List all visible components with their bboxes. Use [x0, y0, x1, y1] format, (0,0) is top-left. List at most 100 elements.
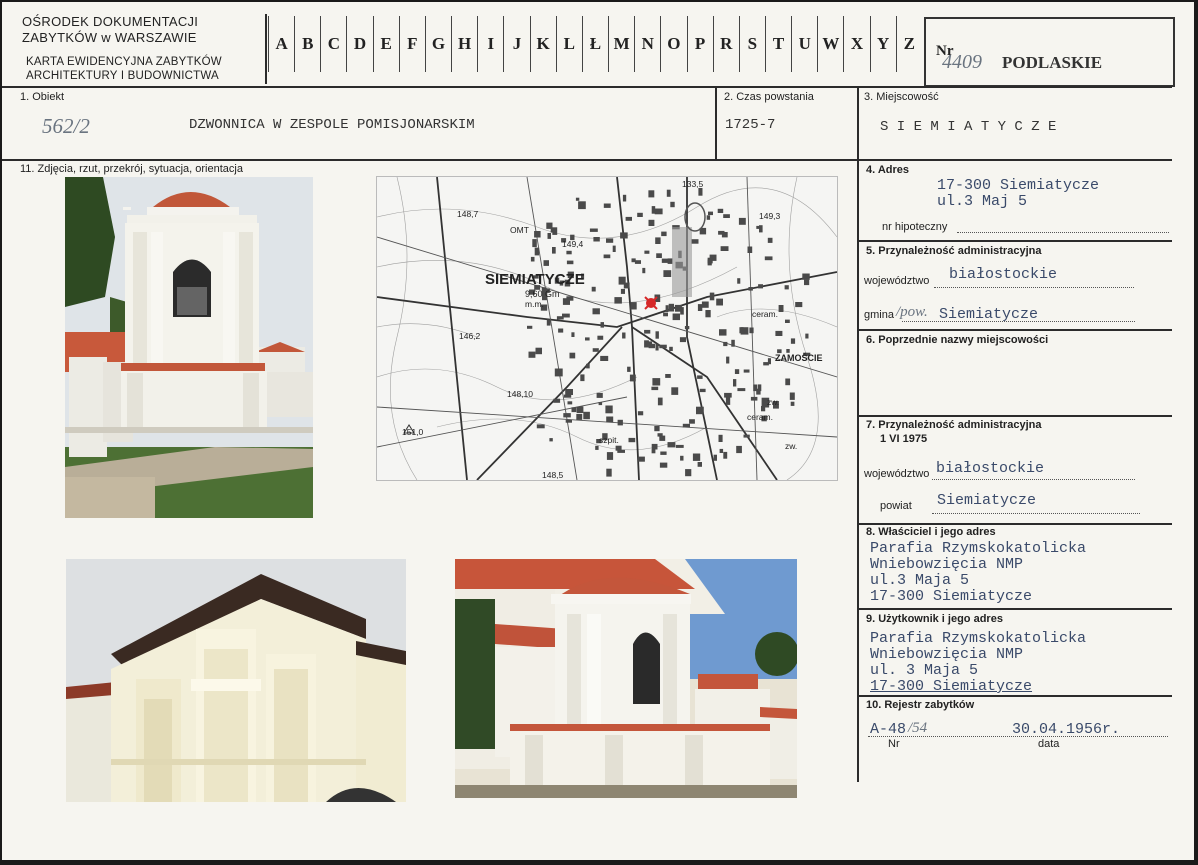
map-building [736, 445, 742, 454]
map-building [734, 369, 740, 374]
letter-index-item: O [660, 16, 686, 72]
map-label: zw. [785, 441, 797, 451]
map-building [753, 384, 758, 392]
nr-value: 4409 [942, 51, 982, 73]
map-building [784, 285, 789, 290]
map-building [705, 310, 711, 318]
card-type: KARTA EWIDENCYJNA ZABYTKÓW ARCHITEKTURY … [26, 56, 222, 82]
map-building [644, 329, 651, 334]
map-building [679, 337, 686, 343]
letter-index-item: C [320, 16, 346, 72]
map-building [648, 219, 655, 226]
hipoteczny-label: nr hipoteczny [882, 221, 948, 233]
map-building [672, 313, 680, 321]
map-label: ceram. [752, 309, 778, 319]
rejestr-label: 10. Rejestr zabytków [866, 699, 975, 711]
map-building [593, 237, 600, 242]
map-building [738, 217, 746, 225]
map-building [775, 330, 783, 336]
map-building [802, 273, 810, 280]
map-building [699, 388, 706, 393]
map-building [530, 256, 535, 262]
map-building [667, 442, 676, 448]
map-building [532, 239, 537, 248]
map-building [552, 247, 556, 254]
map-building [665, 305, 669, 312]
map-building [569, 352, 576, 359]
map-building [785, 319, 790, 323]
map-building [684, 326, 690, 330]
map-building [718, 230, 725, 235]
map-building [627, 366, 631, 372]
letter-index-item: Y [869, 16, 896, 72]
map-building [795, 302, 803, 308]
map-building [778, 305, 784, 312]
map-building [571, 332, 575, 337]
letter-index-item: W [817, 16, 843, 72]
map-building [558, 328, 564, 333]
map-building [761, 405, 766, 412]
wojewodztwo2-value: białostockie [936, 460, 1045, 477]
map-building [697, 462, 702, 467]
map-building [665, 374, 671, 378]
map-building [628, 437, 636, 443]
map-building [657, 433, 663, 437]
map-building [716, 298, 723, 306]
map-building [671, 387, 679, 395]
map-building [709, 254, 717, 261]
letter-index-item: L [555, 16, 582, 72]
map-building [651, 443, 658, 450]
map-building [603, 254, 611, 259]
map-building [606, 238, 614, 243]
map-building [767, 237, 773, 243]
letter-index-item: K [529, 16, 556, 72]
map-building [656, 253, 662, 258]
map-building [535, 347, 542, 355]
miejscowosc-label: 3. Miejscowość [864, 91, 939, 103]
czas-value: 1725-7 [725, 117, 776, 133]
map-building [644, 340, 649, 348]
czas-label: 2. Czas powstania [724, 91, 814, 103]
map-building [750, 396, 758, 401]
inventory-card: OŚRODEK DOKUMENTACJI ZABYTKÓW w WARSZAWI… [2, 2, 1194, 860]
map-building [697, 375, 703, 379]
wojewodztwo2-label: województwo [864, 468, 930, 480]
uzytkownik-label: 9. Użytkownik i jego adres [866, 613, 1003, 625]
map-building [567, 401, 573, 405]
map-label: 148,5 [542, 470, 564, 480]
map-building [748, 287, 753, 291]
poprzednie-label: 6. Poprzednie nazwy miejscowości [866, 334, 1049, 346]
map-building [546, 319, 551, 326]
map-building [726, 356, 730, 364]
map-building [580, 374, 585, 382]
adres-line1: 17-300 Siemiatycze [937, 177, 1100, 194]
map-building [622, 332, 626, 339]
wlasciciel-label: 8. Właściciel i jego adres [866, 526, 996, 538]
map-building [578, 201, 586, 210]
map-building [622, 194, 627, 202]
map-building [597, 335, 604, 340]
map-building [737, 388, 746, 392]
gmina-hand: /pow. [896, 304, 928, 320]
map-building [543, 260, 549, 266]
map-building [651, 206, 656, 214]
map-building [614, 297, 622, 304]
map-building [652, 378, 661, 386]
map-building [592, 308, 600, 315]
map-building [565, 419, 572, 423]
map-building [709, 292, 715, 301]
map-building [571, 407, 577, 413]
map-building [566, 260, 574, 265]
map-building [659, 344, 667, 349]
map-building [620, 288, 625, 294]
adres-label: 4. Adres [866, 164, 910, 176]
map-building [651, 449, 656, 454]
map-building [701, 301, 709, 308]
belfry-photo-detail [66, 559, 406, 802]
map-building [612, 245, 616, 252]
map-building [717, 208, 724, 213]
map-building [743, 434, 750, 438]
map-building [642, 267, 646, 274]
miejscowosc-value: S I E M I A T Y C Z E [880, 119, 1057, 135]
map-building [719, 329, 727, 336]
